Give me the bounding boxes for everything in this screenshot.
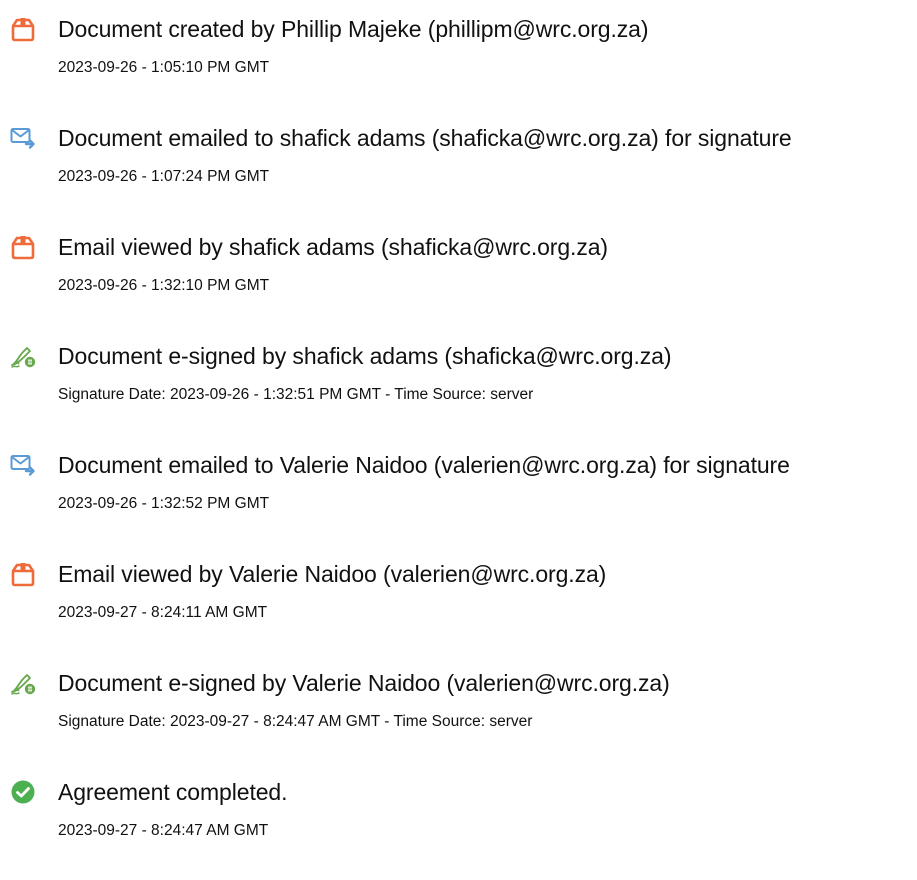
check-circle-icon <box>10 779 36 805</box>
event-title: Email viewed by shafick adams (shaficka@… <box>58 234 608 260</box>
event-title: Email viewed by Valerie Naidoo (valerien… <box>58 561 607 587</box>
event-title: Document e-signed by Valerie Naidoo (val… <box>58 670 670 696</box>
event-timestamp: Signature Date: 2023-09-27 - 8:24:47 AM … <box>58 713 533 730</box>
esign-pen-icon <box>10 670 36 696</box>
event-timestamp: 2023-09-26 - 1:07:24 PM GMT <box>58 168 270 185</box>
email-sent-icon <box>10 125 36 151</box>
document-icon <box>10 234 36 260</box>
esign-pen-icon <box>10 343 36 369</box>
event-timestamp: 2023-09-26 - 1:32:52 PM GMT <box>58 495 270 512</box>
event-title: Document emailed to Valerie Naidoo (vale… <box>58 452 790 478</box>
history-event: Document emailed to shafick adams (shafi… <box>0 123 917 203</box>
history-event: Email viewed by Valerie Naidoo (valerien… <box>0 559 917 639</box>
event-title: Document emailed to shafick adams (shafi… <box>58 125 792 151</box>
event-title: Agreement completed. <box>58 779 288 805</box>
history-event: Document e-signed by Valerie Naidoo (val… <box>0 668 917 748</box>
history-event: Document created by Phillip Majeke (phil… <box>0 14 917 94</box>
event-timestamp: 2023-09-27 - 8:24:47 AM GMT <box>58 822 269 839</box>
document-icon <box>10 16 36 42</box>
event-timestamp: 2023-09-27 - 8:24:11 AM GMT <box>58 604 268 621</box>
document-icon <box>10 561 36 587</box>
email-sent-icon <box>10 452 36 478</box>
history-event: Email viewed by shafick adams (shaficka@… <box>0 232 917 312</box>
history-event: Agreement completed. 2023-09-27 - 8:24:4… <box>0 777 917 857</box>
event-title: Document e-signed by shafick adams (shaf… <box>58 343 672 369</box>
history-event: Document emailed to Valerie Naidoo (vale… <box>0 450 917 530</box>
event-title: Document created by Phillip Majeke (phil… <box>58 16 649 42</box>
event-timestamp: Signature Date: 2023-09-26 - 1:32:51 PM … <box>58 386 534 403</box>
history-event: Document e-signed by shafick adams (shaf… <box>0 341 917 421</box>
event-timestamp: 2023-09-26 - 1:32:10 PM GMT <box>58 277 270 294</box>
event-timestamp: 2023-09-26 - 1:05:10 PM GMT <box>58 59 270 76</box>
